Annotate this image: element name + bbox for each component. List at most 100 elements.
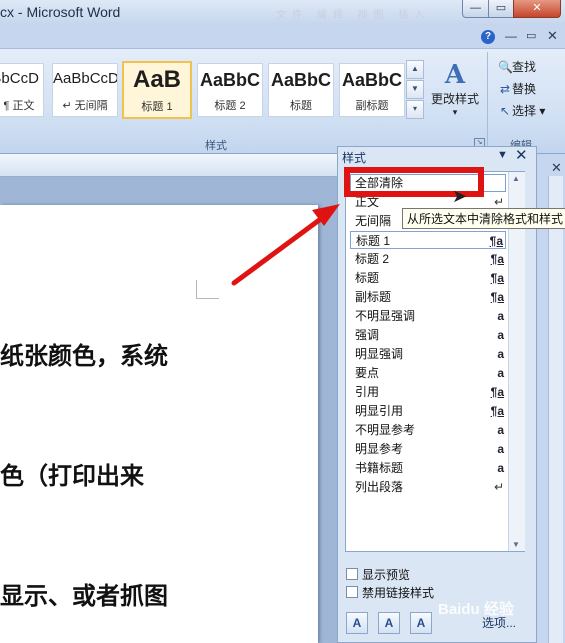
style-list-item[interactable]: 明显强调 a <box>350 345 506 363</box>
style-list-item[interactable]: 副标题 ¶a <box>350 288 506 306</box>
change-styles-button[interactable]: A 更改样式 ▾ <box>429 60 481 120</box>
chevron-down-icon: ▾ <box>452 107 458 117</box>
style-preview: AaBbCcD <box>53 70 117 87</box>
style-list-item[interactable]: 书籍标题 a <box>350 459 506 477</box>
watermark: Baidu 经验 <box>438 601 514 618</box>
style-list-item[interactable]: 标题 ¶a <box>350 269 506 287</box>
linked-style-icon: ¶a <box>489 234 503 248</box>
minimize-button[interactable]: — <box>462 0 489 18</box>
style-list-item-label: 标题 1 <box>356 234 391 248</box>
style-label: 标题 1 <box>141 101 173 113</box>
disable-linked-styles-checkbox[interactable] <box>346 586 358 598</box>
paragraph-style-icon: ↵ <box>493 480 504 494</box>
linked-style-icon: ¶a <box>490 404 504 418</box>
find-button[interactable]: 🔍查找 <box>498 58 536 75</box>
style-list-item-label: 副标题 <box>355 290 392 304</box>
style-list-item-label: 强调 <box>355 328 380 342</box>
quick-styles-gallery: bBbCcD ¶ 正文 AaBbCcD ↵ 无间隔 AaB 标题 1 AaBbC… <box>0 55 430 121</box>
style-heading-1[interactable]: AaB 标题 1 <box>122 61 192 119</box>
inspector-icon: A <box>384 616 394 630</box>
show-preview-label: 显示预览 <box>362 568 411 582</box>
character-style-icon: a <box>497 347 504 361</box>
scroll-up-icon[interactable]: ▲ <box>512 174 520 183</box>
character-style-icon: a <box>497 442 504 456</box>
style-label: 标题 <box>290 100 312 112</box>
style-preview: AaBbC <box>341 70 402 90</box>
show-preview-checkbox[interactable] <box>346 568 358 580</box>
vertical-scrollbar[interactable] <box>548 176 563 643</box>
style-subtitle[interactable]: AaBbC 副标题 <box>339 63 405 117</box>
style-list-item[interactable]: 引用 ¶a <box>350 383 506 401</box>
change-styles-icon: A <box>444 60 466 90</box>
new-style-icon: A <box>352 616 362 630</box>
gallery-scroll-up-button[interactable]: ▲ <box>406 60 424 79</box>
style-list-item[interactable]: 明显参考 a <box>350 440 506 458</box>
doc-minimize-button[interactable]: — <box>505 29 517 43</box>
style-no-spacing[interactable]: AaBbCcD ↵ 无间隔 <box>52 63 118 117</box>
style-list-item-label: 明显引用 <box>355 404 404 418</box>
style-label: ¶ 正文 <box>3 100 35 112</box>
maximize-button[interactable]: ▭ <box>488 0 514 18</box>
doc-line-2: 色（打印出来 <box>0 462 144 490</box>
character-style-icon: a <box>497 423 504 437</box>
style-label: 标题 2 <box>214 100 246 112</box>
help-icon[interactable]: ? <box>481 30 495 44</box>
disable-linked-styles-label: 禁用链接样式 <box>362 586 435 600</box>
style-normal[interactable]: bBbCcD ¶ 正文 <box>0 63 44 117</box>
style-preview: AaBbC <box>199 70 260 90</box>
scroll-down-icon[interactable]: ▼ <box>512 540 520 549</box>
manage-styles-button[interactable]: A <box>410 612 432 634</box>
pointer-icon: ↖ <box>499 104 511 118</box>
close-window-button[interactable]: ✕ <box>513 0 561 18</box>
character-style-icon: a <box>497 309 504 323</box>
style-list-item[interactable]: 列出段落 ↵ <box>350 478 506 496</box>
styles-group-label: 样式 <box>205 140 227 152</box>
style-list-item[interactable]: 不明显强调 a <box>350 307 506 325</box>
style-list-item[interactable]: 明显引用 ¶a <box>350 402 506 420</box>
pane-menu-icon[interactable]: ▼ <box>497 149 508 161</box>
style-list-item-label: 无间隔 <box>355 214 392 228</box>
pane-close-icon[interactable]: ✕ <box>515 146 528 164</box>
character-style-icon: a <box>497 461 504 475</box>
character-style-icon: a <box>497 366 504 380</box>
style-heading-2[interactable]: AaBbC 标题 2 <box>197 63 263 117</box>
style-list-item-label: 列出段落 <box>355 480 404 494</box>
gallery-scroll: ▲ ▼ ▾ <box>406 60 424 119</box>
doc-close-button[interactable]: ✕ <box>547 28 558 44</box>
style-list-item-label: 明显强调 <box>355 347 404 361</box>
mouse-cursor-icon: ➤ <box>452 186 468 206</box>
replace-button[interactable]: ⇄ 替换 <box>498 80 536 97</box>
style-list-item[interactable]: 不明显参考 a <box>350 421 506 439</box>
close-icon[interactable]: ✕ <box>551 160 562 176</box>
binoculars-icon: 🔍 <box>498 60 513 74</box>
style-list-item[interactable]: 要点 a <box>350 364 506 382</box>
style-list-item-label: 标题 2 <box>355 252 390 266</box>
style-list-item-label: 标题 <box>355 271 380 285</box>
doc-restore-button[interactable]: ▭ <box>526 29 536 42</box>
character-style-icon: a <box>497 328 504 342</box>
gallery-scroll-down-button[interactable]: ▼ <box>406 80 424 99</box>
style-list-item-label: 引用 <box>355 385 380 399</box>
linked-style-icon: ¶a <box>490 290 504 304</box>
style-title[interactable]: AaBbC 标题 <box>268 63 334 117</box>
style-list-item[interactable]: 标题 2 ¶a <box>350 250 506 268</box>
style-label: ↵ 无间隔 <box>62 100 108 112</box>
new-style-button[interactable]: A <box>346 612 368 634</box>
gallery-more-button[interactable]: ▾ <box>406 100 424 119</box>
style-list-item[interactable]: 标题 1 ¶a <box>350 231 506 249</box>
style-preview: AaB <box>132 66 181 93</box>
window-title: cx - Microsoft Word <box>0 4 121 20</box>
linked-style-icon: ¶a <box>490 271 504 285</box>
tooltip: 从所选文本中清除格式和样式 <box>402 208 565 229</box>
style-inspector-button[interactable]: A <box>378 612 400 634</box>
change-styles-label: 更改样式 <box>430 92 479 106</box>
style-list-item-label: 书籍标题 <box>355 461 404 475</box>
select-button[interactable]: ↖ 选择 ▾ <box>498 102 545 119</box>
style-list-item[interactable]: 强调 a <box>350 326 506 344</box>
linked-style-icon: ¶a <box>490 385 504 399</box>
find-label: 查找 <box>512 60 537 74</box>
margin-corner-mark <box>196 280 219 299</box>
manage-styles-icon: A <box>416 616 426 630</box>
style-list-item-label: 要点 <box>355 366 380 380</box>
replace-label: 替换 <box>512 82 537 96</box>
